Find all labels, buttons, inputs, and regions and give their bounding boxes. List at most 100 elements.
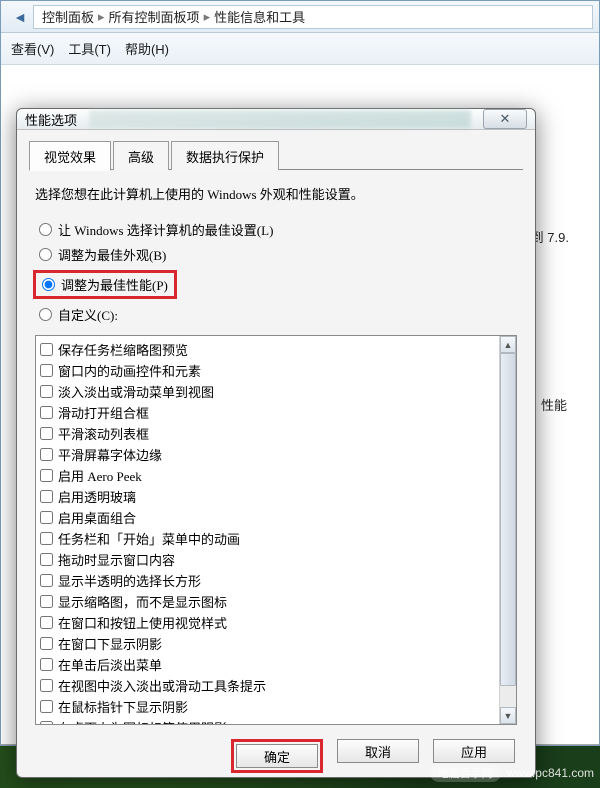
dialog-description: 选择您想在此计算机上使用的 Windows 外观和性能设置。	[29, 182, 523, 217]
option-item[interactable]: 平滑滚动列表框	[40, 423, 495, 444]
scroll-down-icon[interactable]: ▼	[500, 707, 516, 724]
option-item[interactable]: 启用透明玻璃	[40, 486, 495, 507]
option-label: 滑动打开组合框	[58, 403, 149, 422]
option-label: 拖动时显示窗口内容	[58, 550, 175, 569]
dialog-title: 性能选项	[25, 110, 77, 129]
option-label: 启用透明玻璃	[58, 487, 136, 506]
tab-visual-effects[interactable]: 视觉效果	[29, 141, 111, 171]
ok-button[interactable]: 确定	[236, 744, 318, 768]
menu-help[interactable]: 帮助(H)	[125, 39, 169, 58]
option-checkbox[interactable]	[40, 553, 53, 566]
option-checkbox[interactable]	[40, 511, 53, 524]
breadcrumb-item[interactable]: 所有控制面板项	[109, 7, 200, 26]
option-label: 在鼠标指针下显示阴影	[58, 697, 188, 716]
option-label: 在视图中淡入淡出或滑动工具条提示	[58, 676, 266, 695]
highlight-best-performance[interactable]: 调整为最佳性能(P)	[33, 270, 177, 299]
radio-label: 自定义(C):	[58, 305, 118, 324]
option-checkbox[interactable]	[40, 721, 53, 724]
option-label: 任务栏和「开始」菜单中的动画	[58, 529, 240, 548]
watermark-site: www.pc841.com	[507, 766, 594, 780]
option-item[interactable]: 淡入淡出或滑动菜单到视图	[40, 381, 495, 402]
radio-label: 让 Windows 选择计算机的最佳设置(L)	[58, 220, 273, 239]
scroll-track[interactable]	[500, 353, 516, 707]
radio-auto[interactable]: 让 Windows 选择计算机的最佳设置(L)	[39, 217, 513, 242]
option-label: 保存任务栏缩略图预览	[58, 340, 188, 359]
option-checkbox[interactable]	[40, 637, 53, 650]
apply-button[interactable]: 应用	[433, 739, 515, 763]
option-item[interactable]: 任务栏和「开始」菜单中的动画	[40, 528, 495, 549]
option-item[interactable]: 在鼠标指针下显示阴影	[40, 696, 495, 717]
option-item[interactable]: 保存任务栏缩略图预览	[40, 339, 495, 360]
menu-view[interactable]: 查看(V)	[11, 39, 54, 58]
option-label: 淡入淡出或滑动菜单到视图	[58, 382, 214, 401]
option-item[interactable]: 滑动打开组合框	[40, 402, 495, 423]
radio-custom[interactable]: 自定义(C):	[39, 302, 513, 327]
close-icon: ✕	[500, 111, 511, 127]
radio-label: 调整为最佳性能(P)	[61, 275, 168, 294]
dialog-body: 视觉效果 高级 数据执行保护 选择您想在此计算机上使用的 Windows 外观和…	[17, 130, 535, 785]
option-item[interactable]: 在桌面上为图标标签使用阴影	[40, 717, 495, 724]
option-item[interactable]: 在视图中淡入淡出或滑动工具条提示	[40, 675, 495, 696]
option-item[interactable]: 拖动时显示窗口内容	[40, 549, 495, 570]
option-item[interactable]: 显示半透明的选择长方形	[40, 570, 495, 591]
option-checkbox[interactable]	[40, 385, 53, 398]
scroll-thumb[interactable]	[500, 353, 516, 686]
option-item[interactable]: 在窗口和按钮上使用视觉样式	[40, 612, 495, 633]
title-blur	[89, 110, 471, 128]
option-checkbox[interactable]	[40, 427, 53, 440]
option-checkbox[interactable]	[40, 658, 53, 671]
option-checkbox[interactable]	[40, 343, 53, 356]
radio-best-performance-row: 调整为最佳性能(P)	[39, 267, 513, 302]
radio-appearance-input[interactable]	[39, 248, 52, 261]
option-item[interactable]: 在单击后淡出菜单	[40, 654, 495, 675]
close-button[interactable]: ✕	[483, 109, 527, 129]
option-checkbox[interactable]	[40, 364, 53, 377]
option-label: 显示缩略图，而不是显示图标	[58, 592, 227, 611]
breadcrumb-item[interactable]: 性能信息和工具	[214, 7, 305, 26]
option-checkbox[interactable]	[40, 469, 53, 482]
option-label: 在窗口和按钮上使用视觉样式	[58, 613, 227, 632]
option-item[interactable]: 启用桌面组合	[40, 507, 495, 528]
option-label: 在窗口下显示阴影	[58, 634, 162, 653]
cancel-button[interactable]: 取消	[337, 739, 419, 763]
option-item[interactable]: 显示缩略图，而不是显示图标	[40, 591, 495, 612]
breadcrumb[interactable]: 控制面板 ▸ 所有控制面板项 ▸ 性能信息和工具	[33, 5, 593, 29]
radio-custom-input[interactable]	[39, 308, 52, 321]
option-item[interactable]: 平滑屏幕字体边缘	[40, 444, 495, 465]
option-label: 平滑屏幕字体边缘	[58, 445, 162, 464]
option-checkbox[interactable]	[40, 490, 53, 503]
option-checkbox[interactable]	[40, 700, 53, 713]
option-checkbox[interactable]	[40, 406, 53, 419]
options-list-inner[interactable]: 保存任务栏缩略图预览窗口内的动画控件和元素淡入淡出或滑动菜单到视图滑动打开组合框…	[36, 336, 499, 724]
nav-back-icon[interactable]: ◄	[7, 4, 33, 30]
watermark: 电脑百事网 www.pc841.com	[430, 764, 594, 782]
option-label: 在桌面上为图标标签使用阴影	[58, 718, 227, 724]
option-item[interactable]: 窗口内的动画控件和元素	[40, 360, 495, 381]
radio-performance-input[interactable]	[42, 278, 55, 291]
scrollbar[interactable]: ▲ ▼	[499, 336, 516, 724]
option-checkbox[interactable]	[40, 574, 53, 587]
breadcrumb-item[interactable]: 控制面板	[42, 7, 94, 26]
menu-tools[interactable]: 工具(T)	[68, 39, 111, 58]
radio-best-appearance[interactable]: 调整为最佳外观(B)	[39, 242, 513, 267]
tab-dep[interactable]: 数据执行保护	[171, 141, 279, 170]
address-bar: ◄ 控制面板 ▸ 所有控制面板项 ▸ 性能信息和工具	[1, 1, 599, 33]
tab-advanced[interactable]: 高级	[113, 141, 169, 170]
radio-auto-input[interactable]	[39, 223, 52, 236]
option-label: 在单击后淡出菜单	[58, 655, 162, 674]
scroll-up-icon[interactable]: ▲	[500, 336, 516, 353]
option-item[interactable]: 在窗口下显示阴影	[40, 633, 495, 654]
option-label: 窗口内的动画控件和元素	[58, 361, 201, 380]
option-label: 启用 Aero Peek	[58, 466, 142, 485]
option-checkbox[interactable]	[40, 616, 53, 629]
dialog-title-bar[interactable]: 性能选项 ✕	[17, 109, 535, 130]
option-checkbox[interactable]	[40, 448, 53, 461]
option-checkbox[interactable]	[40, 595, 53, 608]
option-item[interactable]: 启用 Aero Peek	[40, 465, 495, 486]
option-label: 启用桌面组合	[58, 508, 136, 527]
chevron-right-icon: ▸	[98, 9, 105, 25]
option-checkbox[interactable]	[40, 679, 53, 692]
menu-bar: 查看(V) 工具(T) 帮助(H)	[1, 33, 599, 65]
option-label: 显示半透明的选择长方形	[58, 571, 201, 590]
option-checkbox[interactable]	[40, 532, 53, 545]
